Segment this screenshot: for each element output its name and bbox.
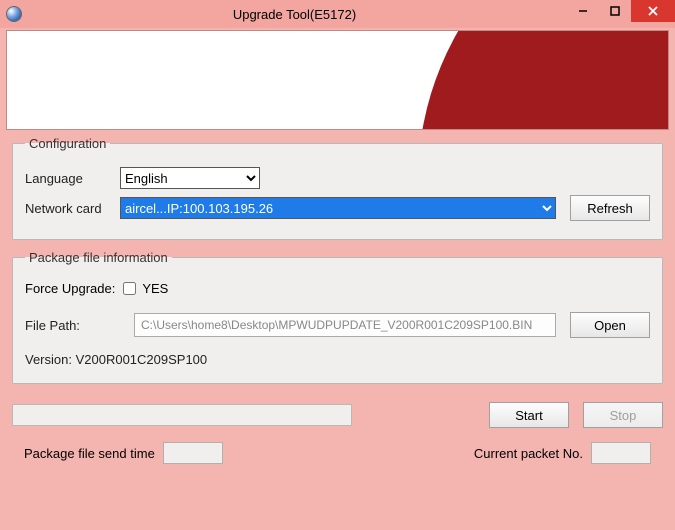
stop-button[interactable]: Stop — [583, 402, 663, 428]
window-title: Upgrade Tool(E5172) — [22, 7, 567, 22]
open-button[interactable]: Open — [570, 312, 650, 338]
packet-no-value — [591, 442, 651, 464]
force-upgrade-label: Force Upgrade: — [25, 281, 115, 296]
package-info-legend: Package file information — [25, 250, 172, 265]
configuration-group: Configuration Language English Network c… — [12, 136, 663, 240]
file-path-label: File Path: — [25, 318, 120, 333]
send-time-label: Package file send time — [24, 446, 155, 461]
minimize-button[interactable] — [567, 0, 599, 22]
network-card-label: Network card — [25, 201, 120, 216]
configuration-legend: Configuration — [25, 136, 110, 151]
packet-no-label: Current packet No. — [474, 446, 583, 461]
file-path-input[interactable] — [134, 313, 556, 337]
refresh-button[interactable]: Refresh — [570, 195, 650, 221]
send-time-value — [163, 442, 223, 464]
titlebar: Upgrade Tool(E5172) — [0, 0, 675, 28]
maximize-button[interactable] — [599, 0, 631, 22]
network-card-select[interactable]: aircel...IP:100.103.195.26 — [120, 197, 556, 219]
window-buttons — [567, 0, 675, 28]
progress-bar — [12, 404, 352, 426]
start-button[interactable]: Start — [489, 402, 569, 428]
close-button[interactable] — [631, 0, 675, 22]
language-label: Language — [25, 171, 120, 186]
language-select[interactable]: English — [120, 167, 260, 189]
force-upgrade-checkbox[interactable] — [123, 282, 136, 295]
banner — [6, 30, 669, 130]
force-upgrade-yes: YES — [142, 281, 168, 296]
package-info-group: Package file information Force Upgrade: … — [12, 250, 663, 384]
app-icon — [6, 6, 22, 22]
version-text: Version: V200R001C209SP100 — [25, 352, 650, 367]
